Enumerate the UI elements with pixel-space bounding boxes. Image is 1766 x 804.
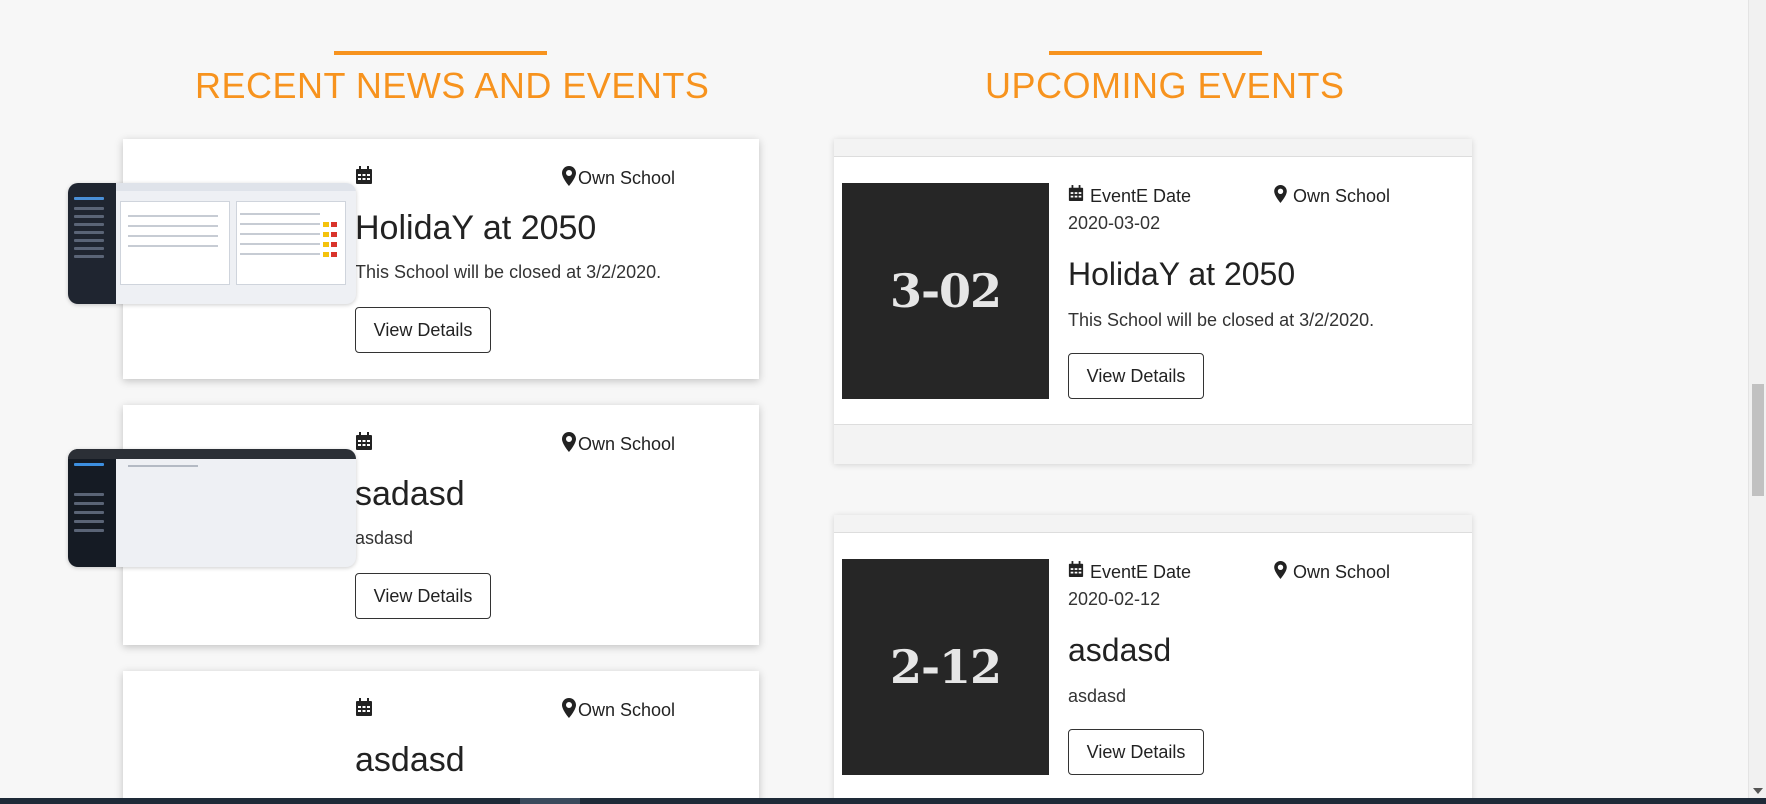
news-card: Own School asdasd [123, 671, 759, 804]
map-marker-icon [1274, 561, 1287, 584]
news-title: sadasd [355, 475, 465, 513]
page-scrollbar[interactable] [1748, 0, 1766, 798]
event-card: 2-12 EventE Date Own School 2020-02-12 a… [834, 532, 1472, 804]
calendar-icon [355, 166, 373, 191]
event-title: HolidaY at 2050 [1068, 256, 1296, 292]
recent-news-title: RECENT NEWS AND EVENTS [195, 65, 710, 106]
upcoming-events-title: UPCOMING EVENTS [985, 65, 1345, 106]
scrollbar-thumb[interactable] [1752, 384, 1764, 496]
calendar-icon [1068, 561, 1084, 583]
news-location-text: Own School [578, 168, 676, 188]
news-location-text: Own School [578, 434, 676, 454]
scroll-down-arrow-icon[interactable] [1753, 788, 1763, 794]
event-wrapper: 3-02 EventE Date Own School 2020-03-02 H… [834, 139, 1472, 464]
view-details-button[interactable]: View Details [1068, 353, 1204, 399]
event-text: asdasd [1068, 686, 1127, 706]
event-card: 3-02 EventE Date Own School 2020-03-02 H… [834, 156, 1472, 425]
view-details-button[interactable]: View Details [355, 307, 491, 353]
map-marker-icon [562, 166, 576, 191]
news-thumbnail[interactable] [68, 183, 356, 304]
event-location-text: Own School [1293, 186, 1391, 206]
event-date: 2020-03-02 [1068, 213, 1161, 233]
heading-accent-bar [333, 51, 547, 55]
news-text: This School will be closed at 3/2/2020. [355, 262, 662, 282]
event-title: asdasd [1068, 632, 1172, 668]
event-date-label: EventE Date [1068, 561, 1191, 583]
event-location-text: Own School [1293, 562, 1391, 582]
event-location: Own School [1274, 185, 1390, 208]
upcoming-events-heading: UPCOMING EVENTS [985, 51, 1345, 107]
calendar-icon [1068, 185, 1084, 207]
event-date-badge: 3-02 [842, 183, 1049, 399]
event-date-label: EventE Date [1068, 185, 1191, 207]
view-details-button[interactable]: View Details [355, 573, 491, 619]
news-location: Own School [562, 432, 675, 457]
news-location: Own School [562, 698, 675, 723]
map-marker-icon [1274, 185, 1287, 208]
view-details-button[interactable]: View Details [1068, 729, 1204, 775]
map-marker-icon [562, 698, 576, 723]
event-date: 2020-02-12 [1068, 589, 1161, 609]
calendar-icon [355, 698, 373, 723]
news-title: asdasd [355, 741, 465, 779]
heading-accent-bar [1048, 51, 1262, 55]
news-title: HolidaY at 2050 [355, 209, 597, 247]
event-text: This School will be closed at 3/2/2020. [1068, 310, 1375, 330]
taskbar-strip [0, 798, 1766, 804]
news-text: asdasd [355, 528, 414, 548]
event-date-label-text: EventE Date [1090, 561, 1192, 582]
recent-news-heading: RECENT NEWS AND EVENTS [195, 51, 710, 107]
event-date-label-text: EventE Date [1090, 185, 1192, 206]
news-location-text: Own School [578, 700, 676, 720]
event-date-badge: 2-12 [842, 559, 1049, 775]
calendar-icon [355, 432, 373, 457]
news-thumbnail[interactable] [68, 449, 356, 567]
event-wrapper: 2-12 EventE Date Own School 2020-02-12 a… [834, 515, 1472, 804]
event-location: Own School [1274, 561, 1390, 584]
news-location: Own School [562, 166, 675, 191]
map-marker-icon [562, 432, 576, 457]
